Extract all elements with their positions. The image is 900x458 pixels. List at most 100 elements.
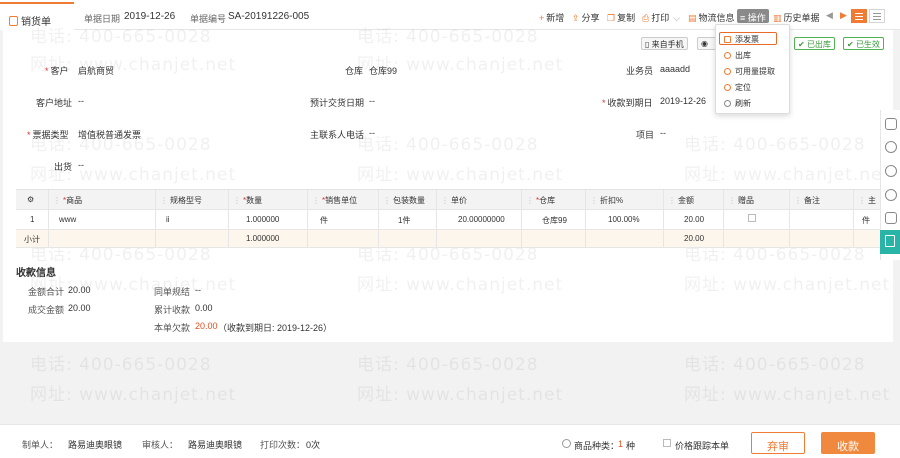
cell-remark[interactable] <box>790 210 854 229</box>
next-arrow-icon[interactable]: ▶ <box>840 10 847 21</box>
cell-qty[interactable]: 1.000000 <box>229 210 308 229</box>
address-field[interactable]: -- <box>78 96 84 106</box>
address-label: 客户地址 <box>36 98 73 108</box>
user-icon[interactable] <box>885 189 897 201</box>
collect-button[interactable]: 收款 <box>821 432 875 454</box>
track-label: 价格跟踪本单 <box>675 441 730 451</box>
chevron-down-icon: ⌵ <box>673 13 681 23</box>
share-icon: ⇪ <box>572 13 580 23</box>
watermark-phone: 电话: 400-665-0028 <box>30 355 212 375</box>
menu-item-available-qty[interactable]: 可用量提取 <box>724 66 775 77</box>
subtotal-label: 小计 <box>16 230 49 247</box>
ship-label: 出货 <box>54 162 73 172</box>
cell-warehouse[interactable]: 仓库99 <box>522 210 586 229</box>
share-button[interactable]: ⇪ 分享 <box>572 11 600 24</box>
accum-value: 0.00 <box>195 303 213 313</box>
header-product: ⋮ *商品 <box>49 190 156 209</box>
card-view-button[interactable] <box>869 9 885 23</box>
cell-pack[interactable]: 1件 <box>379 210 437 229</box>
currency-icon[interactable] <box>885 165 897 177</box>
cell-amount[interactable]: 20.00 <box>664 210 724 229</box>
warehouse-field[interactable]: 仓库99 <box>369 64 397 77</box>
maker-value: 路易迪奥眼镜 <box>68 440 123 450</box>
copy-icon: ❐ <box>607 13 616 23</box>
rule-label: 同单规结 <box>154 287 191 297</box>
gear-icon[interactable]: ⚙ <box>16 190 49 209</box>
note-icon[interactable] <box>885 118 897 130</box>
operate-button[interactable]: ≡ 操作 <box>737 9 769 23</box>
salesman-label: 业务员 <box>626 66 654 76</box>
cell-spec[interactable]: ii <box>156 210 229 229</box>
voucher-page: 销货单 单据日期 2019-12-26 单据编号 SA-20191226-005… <box>0 0 900 458</box>
cell-unit[interactable]: 件 <box>308 210 379 229</box>
gift-checkbox[interactable] <box>748 214 756 222</box>
menu-item-add-invoice[interactable]: 添发票 <box>719 32 777 45</box>
watermark-site: 网址: www.chanjet.net <box>684 385 891 405</box>
cell-discount[interactable]: 100.00% <box>586 210 664 229</box>
watermark-site: 网址: www.chanjet.net <box>30 385 237 405</box>
delivery-date-label: 预计交货日期 <box>310 98 365 108</box>
auditor-label: 审核人： <box>142 440 179 450</box>
customer-field[interactable]: 启航商贸 <box>78 64 114 77</box>
copy-button[interactable]: ❐ 复制 <box>607 11 635 24</box>
menu-item-refresh[interactable]: 刷新 <box>724 98 751 109</box>
collection-title: 收款信息 <box>16 268 56 279</box>
menu-item-locate[interactable]: 定位 <box>724 82 751 93</box>
row-number: 1 <box>16 210 49 229</box>
cell-product[interactable]: www <box>49 210 156 229</box>
subtotal-qty: 1.000000 <box>229 230 308 247</box>
cell-gift[interactable] <box>724 210 790 229</box>
expand-icon[interactable] <box>880 230 900 254</box>
header-spec: ⋮ 规格型号 <box>156 190 229 209</box>
unaudit-button[interactable]: 弃审 <box>751 432 805 454</box>
footer-bar: 制单人： 路易迪奥眼镜 审核人： 路易迪奥眼镜 打印次数： 0次 商品种类： 1… <box>0 424 900 458</box>
print-button[interactable]: ⎙ 打印 ⌵ <box>642 11 680 24</box>
add-button[interactable]: + 新增 <box>539 11 564 24</box>
doc-icon[interactable] <box>885 212 897 224</box>
radio-icon[interactable] <box>562 439 571 448</box>
menu-item-outbound[interactable]: 出库 <box>724 50 751 61</box>
delivery-date-field[interactable]: -- <box>369 96 375 106</box>
ship-field[interactable]: -- <box>78 160 84 170</box>
location-icon <box>724 84 731 91</box>
header-price: ⋮ 单价 <box>437 190 522 209</box>
owed-value: 20.00 <box>195 321 218 331</box>
table-row[interactable]: 1 www ii 1.000000 件 1件 20.00000000 仓库99 … <box>16 210 884 230</box>
owed-note: （收款到期日: 2019-12-26） <box>218 323 333 333</box>
project-field[interactable]: -- <box>660 128 666 138</box>
invoice-type-field[interactable]: 增值税普通发票 <box>78 128 141 141</box>
owed-label: 本单欠款 <box>154 323 191 333</box>
shipped-chip: ✔ 已出库 <box>794 37 835 50</box>
watermark-phone: 电话: 400-665-0028 <box>684 355 866 375</box>
info-icon: ◉ <box>701 39 708 48</box>
total-label: 金额合计 <box>28 287 65 297</box>
operate-dropdown: 添发票 出库 可用量提取 定位 刷新 <box>715 24 790 114</box>
grid-header-row: ⚙ ⋮ *商品 ⋮ 规格型号 ⋮ *数量 ⋮ *销售单位 ⋮ 包装数量 ⋮ 单价 ⋮ *仓库 … <box>16 190 884 210</box>
subtotal-row: 小计 1.000000 20.00 <box>16 230 884 248</box>
watermark-site: 网址: www.chanjet.net <box>357 385 564 405</box>
rule-value: -- <box>195 285 201 295</box>
contact-phone-label: 主联系人电话 <box>310 130 365 140</box>
cell-price[interactable]: 20.00000000 <box>437 210 522 229</box>
salesman-field[interactable]: aaaadd <box>660 64 690 74</box>
link-icon[interactable] <box>885 141 897 153</box>
logistics-button[interactable]: ▤ 物流信息 <box>688 11 735 24</box>
list-view-button[interactable] <box>851 9 867 23</box>
history-button[interactable]: ▥ 历史单据 <box>773 11 820 24</box>
truck-icon: ▤ <box>688 13 697 23</box>
menu-icon: ≡ <box>740 13 746 23</box>
header-remark: ⋮ 备注 <box>790 190 854 209</box>
phone-icon: ▯ <box>645 40 650 49</box>
tab-sales-order[interactable]: 销货单 <box>0 2 74 30</box>
hidden-chip: ◉ <box>697 37 717 50</box>
due-date-field[interactable]: 2019-12-26 <box>660 96 706 106</box>
prev-arrow-icon[interactable]: ◀ <box>826 10 833 21</box>
date-value: 2019-12-26 <box>124 11 176 22</box>
date-label: 单据日期 <box>84 14 121 24</box>
track-checkbox[interactable] <box>663 439 671 447</box>
extract-icon <box>724 68 731 75</box>
contact-phone-field[interactable]: -- <box>369 128 375 138</box>
doc-no-value: SA-20191226-005 <box>228 11 310 22</box>
check-icon: ✔ <box>847 40 854 49</box>
invoice-icon <box>724 36 731 43</box>
